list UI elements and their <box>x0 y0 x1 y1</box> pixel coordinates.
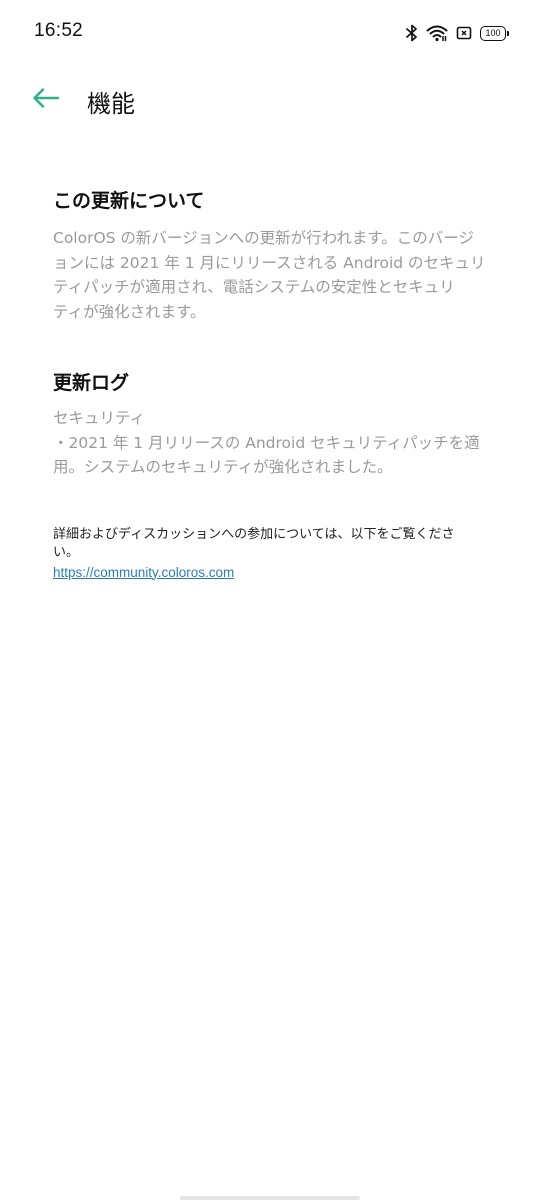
back-button[interactable] <box>22 82 70 118</box>
update-log-section: 更新ログ セキュリティ ・2021 年 1 月リリースの Android セキュ… <box>53 370 493 480</box>
community-link[interactable]: https://community.coloros.com <box>53 563 234 583</box>
wifi-icon <box>426 24 448 42</box>
content: この更新について ColorOS の新バージョンへの更新が行われます。このバージ… <box>53 188 493 583</box>
page-title: 機能 <box>87 90 135 118</box>
update-log-item: ・2021 年 1 月リリースの Android セキュリティパッチを適 用。シ… <box>53 433 480 477</box>
about-update-heading: この更新について <box>53 190 205 212</box>
update-log-category: セキュリティ <box>53 409 146 427</box>
update-log-heading: 更新ログ <box>53 372 130 394</box>
battery-icon: 100 <box>480 25 509 41</box>
status-bar: 16:52 100 <box>0 0 540 64</box>
update-log-body: セキュリティ ・2021 年 1 月リリースの Android セキュリティパッ… <box>53 406 493 480</box>
status-time: 16:52 <box>34 20 84 41</box>
footer-note: 詳細およびディスカッションへの参加については、以下をご覧くださ い。 <box>53 526 455 560</box>
sim-card-icon <box>456 25 472 41</box>
arrow-left-icon <box>32 87 60 113</box>
home-indicator[interactable] <box>180 1196 360 1200</box>
bluetooth-icon <box>406 24 418 42</box>
about-update-body: ColorOS の新バージョンへの更新が行われます。このバージ ョンには 202… <box>53 229 486 321</box>
toolbar: 機能 <box>0 70 540 130</box>
about-update-section: この更新について ColorOS の新バージョンへの更新が行われます。このバージ… <box>53 188 493 324</box>
status-icons: 100 <box>406 22 509 44</box>
